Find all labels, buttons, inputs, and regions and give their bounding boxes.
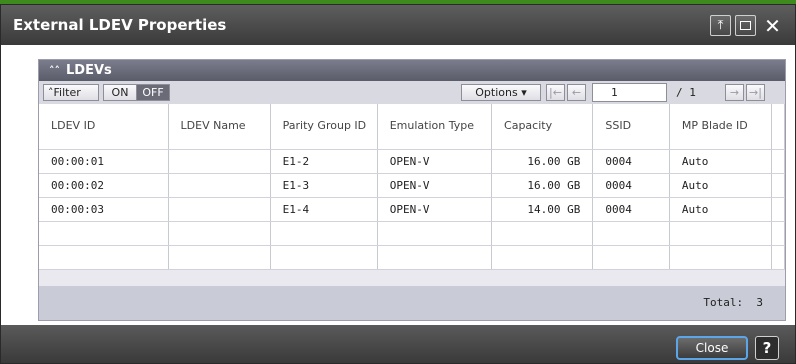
table-cell — [168, 245, 271, 270]
column-header[interactable]: Parity Group ID — [270, 104, 378, 150]
collapse-chevron-icon[interactable]: ˄˄ — [49, 60, 60, 81]
table-cell: 0004 — [592, 197, 670, 222]
table-cell — [168, 221, 271, 246]
pin-icon[interactable]: ⤒ — [710, 15, 731, 36]
table-cell — [669, 245, 772, 270]
first-page-icon[interactable]: |← — [546, 84, 565, 101]
table-cell: 0004 — [592, 173, 670, 198]
table-cell: 16.00 GB — [491, 173, 594, 198]
column-header[interactable]: LDEV Name — [168, 104, 271, 150]
table-toolbar: ˄Filter ON OFF Options ▾ |← ← 1 / 1 → →| — [39, 81, 785, 104]
table-cell: 14.00 GB — [491, 197, 594, 222]
panel-header[interactable]: ˄˄ LDEVs — [39, 60, 785, 81]
table-cell — [592, 221, 670, 246]
page-number-input[interactable]: 1 — [592, 83, 667, 102]
table-cell — [592, 245, 670, 270]
table-cell: E1-4 — [270, 197, 378, 222]
table-cell: 16.00 GB — [491, 149, 594, 174]
properties-window: External LDEV Properties ⤒ ✕ ˄˄ LDEVs ˄Fi… — [0, 4, 796, 364]
ldev-table: LDEV ID LDEV Name Parity Group ID Emulat… — [39, 104, 786, 270]
help-button[interactable]: ? — [755, 336, 779, 360]
last-page-icon[interactable]: →| — [746, 84, 765, 101]
table-cell: Auto — [669, 197, 772, 222]
filter-on-toggle[interactable]: ON — [103, 84, 136, 101]
table-cell-spacer — [771, 149, 786, 174]
page-total: / 1 — [676, 86, 696, 99]
column-header[interactable]: Capacity — [491, 104, 594, 150]
table-cell — [491, 221, 594, 246]
options-button[interactable]: Options ▾ — [461, 84, 541, 101]
close-button[interactable]: Close — [676, 336, 748, 360]
table-cell — [491, 245, 594, 270]
dialog-footer: Close ? — [1, 325, 795, 363]
table-cell: OPEN-V — [377, 149, 493, 174]
table-cell — [168, 173, 271, 198]
table-cell: Auto — [669, 149, 772, 174]
table-row[interactable]: 00:00:02 E1-3 OPEN-V 16.00 GB 0004 Auto — [39, 173, 786, 198]
close-icon[interactable]: ✕ — [762, 15, 783, 36]
table-cell: 00:00:02 — [39, 173, 169, 198]
table-cell: E1-2 — [270, 149, 378, 174]
table-header-row: LDEV ID LDEV Name Parity Group ID Emulat… — [39, 104, 786, 150]
table-cell: 0004 — [592, 149, 670, 174]
table-cell-spacer — [771, 221, 786, 246]
table-cell — [39, 221, 169, 246]
table-cell — [168, 149, 271, 174]
table-cell — [39, 245, 169, 270]
table-footer: Total: 3 — [39, 286, 785, 320]
window-title: External LDEV Properties — [13, 16, 227, 34]
next-page-icon[interactable]: → — [725, 84, 744, 101]
table-cell-spacer — [771, 197, 786, 222]
ldevs-panel: ˄˄ LDEVs ˄Filter ON OFF Options ▾ |← ← 1 … — [38, 59, 786, 321]
table-cell — [669, 221, 772, 246]
table-cell — [377, 221, 493, 246]
dropdown-arrow-icon: ▾ — [521, 86, 527, 99]
table-cell — [168, 197, 271, 222]
table-cell: OPEN-V — [377, 173, 493, 198]
column-header[interactable]: Emulation Type — [377, 104, 493, 150]
panel-title: LDEVs — [66, 63, 112, 78]
table-row[interactable]: 00:00:03 E1-4 OPEN-V 14.00 GB 0004 Auto — [39, 197, 786, 222]
table-cell: E1-3 — [270, 173, 378, 198]
prev-page-icon[interactable]: ← — [567, 84, 586, 101]
column-header[interactable]: MP Blade ID — [669, 104, 772, 150]
table-cell: Auto — [669, 173, 772, 198]
table-cell: 00:00:03 — [39, 197, 169, 222]
table-cell: OPEN-V — [377, 197, 493, 222]
table-cell — [270, 221, 378, 246]
table-cell — [377, 245, 493, 270]
column-header[interactable]: LDEV ID — [39, 104, 169, 150]
table-cell-spacer — [771, 173, 786, 198]
maximize-icon[interactable] — [735, 15, 756, 36]
table-row[interactable]: 00:00:01 E1-2 OPEN-V 16.00 GB 0004 Auto — [39, 149, 786, 174]
filter-off-toggle[interactable]: OFF — [136, 84, 170, 101]
table-cell — [270, 245, 378, 270]
column-header[interactable]: SSID — [592, 104, 670, 150]
title-bar: External LDEV Properties ⤒ ✕ — [1, 5, 795, 45]
table-cell-spacer — [771, 245, 786, 270]
table-row-empty — [39, 221, 786, 246]
filter-button[interactable]: ˄Filter — [43, 84, 99, 101]
column-header-spacer — [771, 104, 786, 150]
total-count: Total: 3 — [703, 296, 763, 309]
table-cell: 00:00:01 — [39, 149, 169, 174]
table-row-empty — [39, 245, 786, 270]
